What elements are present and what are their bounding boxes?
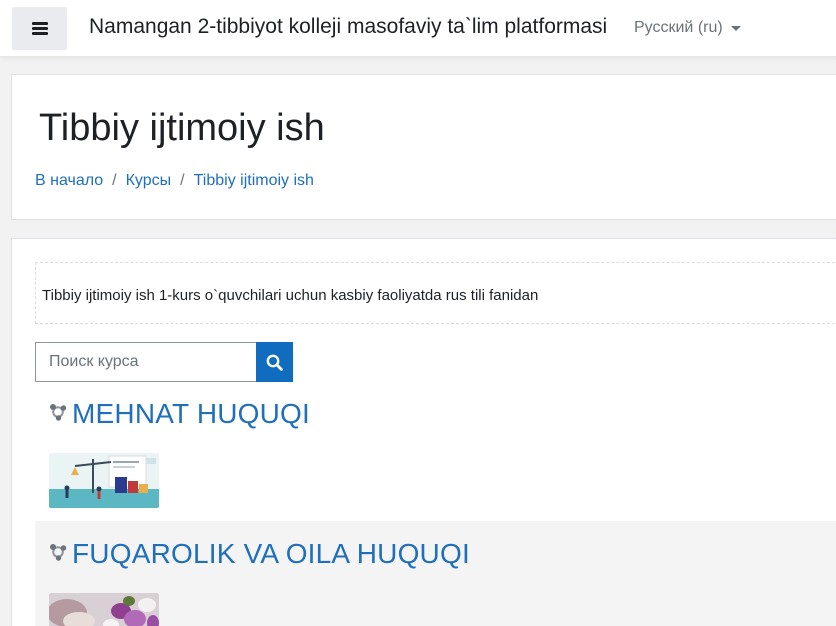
course-item: MEHNAT HUQUQI xyxy=(35,394,836,521)
course-icon xyxy=(50,404,67,421)
page-title: Tibbiy ijtimoiy ish xyxy=(39,107,325,149)
top-navbar: Namangan 2-tibbiyot kolleji masofaviy ta… xyxy=(0,0,836,57)
breadcrumb-home-link[interactable]: В начало xyxy=(35,172,103,190)
course-image-link[interactable] xyxy=(49,593,159,626)
course-icon xyxy=(50,544,67,561)
category-content: Tibbiy ijtimoiy ish 1-kurs o`quvchilari … xyxy=(11,238,836,626)
course-item: FUQAROLIK VA OILA HUQUQI xyxy=(35,521,836,626)
breadcrumb: В начало / Курсы / Tibbiy ijtimoiy ish xyxy=(35,172,314,190)
breadcrumb-courses-link[interactable]: Курсы xyxy=(126,172,172,190)
course-search-input[interactable] xyxy=(35,342,257,382)
hamburger-icon xyxy=(31,22,48,35)
caret-down-icon xyxy=(730,25,741,31)
course-title-link[interactable]: FUQAROLIK VA OILA HUQUQI xyxy=(72,538,470,570)
page-header: Tibbiy ijtimoiy ish В начало / Курсы / T… xyxy=(11,74,836,220)
course-search-button[interactable] xyxy=(256,342,293,382)
drawer-toggle-button[interactable] xyxy=(12,7,67,50)
breadcrumb-separator: / xyxy=(112,172,117,189)
course-title-link[interactable]: MEHNAT HUQUQI xyxy=(72,398,310,430)
search-icon xyxy=(266,354,283,371)
breadcrumb-category-link[interactable]: Tibbiy ijtimoiy ish xyxy=(194,172,314,190)
language-menu[interactable]: Русский (ru) xyxy=(634,19,741,37)
language-label: Русский (ru) xyxy=(634,19,723,36)
category-summary: Tibbiy ijtimoiy ish 1-kurs o`quvchilari … xyxy=(35,262,836,324)
site-name[interactable]: Namangan 2-tibbiyot kolleji masofaviy ta… xyxy=(89,15,607,39)
category-summary-text: Tibbiy ijtimoiy ish 1-kurs o`quvchilari … xyxy=(42,287,539,304)
wedding-flowers-photo xyxy=(49,593,159,626)
course-image-link[interactable] xyxy=(49,453,159,508)
breadcrumb-separator: / xyxy=(180,172,185,189)
legal-scales-illustration xyxy=(49,453,159,508)
